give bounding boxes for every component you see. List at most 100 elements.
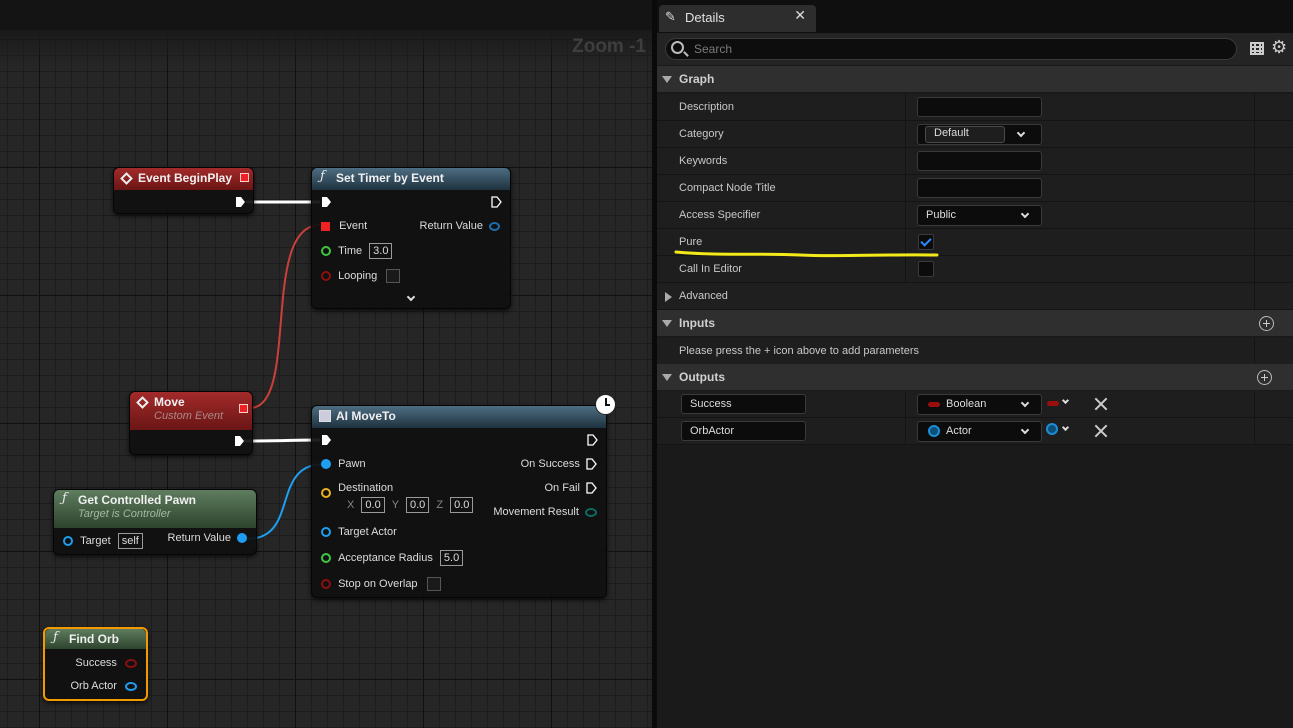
stop-on-overlap-checkbox[interactable] — [426, 577, 441, 591]
exec-in-pin[interactable] — [321, 434, 332, 446]
exec-out-pin[interactable] — [587, 434, 598, 446]
category-value: Default — [934, 127, 969, 139]
exec-out-pin[interactable] — [234, 435, 245, 447]
node-set-timer-by-event[interactable]: ƒ Set Timer by Event Event Time 3.0 Loop… — [311, 167, 511, 309]
function-icon: ƒ — [62, 491, 67, 506]
expand-arrow-icon[interactable] — [665, 292, 672, 302]
section-advanced[interactable]: Advanced — [657, 283, 1293, 310]
return-value-pin-row[interactable]: Return Value — [420, 220, 500, 232]
table-view-icon[interactable] — [1250, 42, 1264, 55]
orb-actor-pin-row[interactable]: Orb Actor — [70, 680, 137, 692]
boolean-type-icon — [928, 402, 940, 407]
pin-label: Movement Result — [493, 506, 579, 518]
collapse-arrow-icon[interactable] — [662, 320, 672, 327]
prop-row-keywords: Keywords — [657, 148, 1293, 175]
exec-out-pin[interactable] — [235, 196, 246, 208]
object-pin-icon[interactable] — [237, 533, 247, 544]
search-box[interactable] — [665, 38, 1237, 60]
compact-node-title-input[interactable] — [917, 178, 1042, 198]
exec-out-pin[interactable] — [491, 196, 502, 208]
destination-pin-row[interactable]: Destination — [321, 482, 393, 499]
success-pin-row[interactable]: Success — [75, 657, 137, 669]
section-outputs[interactable]: Outputs — [657, 364, 1293, 391]
category-combo[interactable]: Default — [917, 124, 1042, 145]
time-pin-row[interactable]: Time 3.0 — [321, 243, 393, 259]
remove-output-button[interactable] — [1094, 424, 1108, 438]
target-actor-pin-row[interactable]: Target Actor — [321, 526, 397, 538]
node-header: AI MoveTo — [312, 406, 606, 428]
remove-output-button[interactable] — [1094, 397, 1108, 411]
vector-pin-icon[interactable] — [321, 488, 331, 499]
search-input[interactable] — [694, 40, 1214, 58]
latent-clock-icon — [595, 394, 616, 415]
access-specifier-dropdown[interactable]: Public — [917, 205, 1042, 226]
exec-out-pin[interactable] — [586, 458, 597, 470]
target-pin-row[interactable]: Target self — [63, 533, 143, 549]
add-output-button[interactable] — [1257, 370, 1272, 385]
delegate-pin-icon[interactable] — [240, 173, 249, 182]
section-graph[interactable]: Graph — [657, 66, 1293, 93]
looping-checkbox[interactable] — [386, 269, 401, 283]
close-icon[interactable]: ✕ — [794, 8, 806, 24]
struct-pin-icon[interactable] — [489, 221, 500, 231]
bool-pin-icon[interactable] — [321, 271, 331, 281]
float-pin-icon[interactable] — [321, 246, 331, 257]
object-pin-icon[interactable] — [321, 459, 331, 470]
z-value-input[interactable]: 0.0 — [450, 497, 474, 513]
graph-header-shadow — [0, 30, 652, 66]
collapse-arrow-icon[interactable] — [662, 76, 672, 83]
looping-pin-row[interactable]: Looping — [321, 269, 401, 283]
section-inputs[interactable]: Inputs — [657, 310, 1293, 337]
output-name-input[interactable]: Success — [681, 394, 806, 414]
float-pin-icon[interactable] — [321, 553, 331, 564]
acceptance-radius-pin-row[interactable]: Acceptance Radius 5.0 — [321, 550, 464, 566]
keywords-input[interactable] — [917, 151, 1042, 171]
description-input[interactable] — [917, 97, 1042, 117]
container-type-dropdown[interactable] — [1045, 394, 1075, 415]
on-success-pin-row[interactable]: On Success — [521, 458, 597, 470]
output-type-dropdown[interactable]: Actor — [917, 421, 1042, 442]
gear-icon[interactable]: ⚙ — [1271, 38, 1287, 58]
acceptance-radius-input[interactable]: 5.0 — [439, 550, 464, 566]
node-find-orb[interactable]: ƒ Find Orb Success Orb Actor — [43, 627, 148, 701]
y-value-input[interactable]: 0.0 — [405, 497, 430, 513]
advanced-expand-icon[interactable] — [406, 292, 416, 302]
wires-layer — [243, 200, 325, 540]
object-pin-icon[interactable] — [63, 536, 73, 547]
chevron-down-icon — [1016, 128, 1026, 138]
event-pin-row[interactable]: Event — [321, 220, 367, 232]
time-value-input[interactable]: 3.0 — [369, 243, 393, 259]
x-value-input[interactable]: 0.0 — [361, 497, 385, 513]
add-input-button[interactable] — [1259, 316, 1274, 331]
enum-pin-icon[interactable] — [585, 507, 597, 517]
exec-out-pin[interactable] — [586, 482, 597, 494]
pawn-pin-row[interactable]: Pawn — [321, 458, 366, 470]
output-name-input[interactable]: OrbActor — [681, 421, 806, 441]
output-row-success: Success Boolean — [657, 391, 1293, 418]
movement-result-pin-row[interactable]: Movement Result — [493, 506, 597, 518]
collapse-arrow-icon[interactable] — [662, 374, 672, 381]
delegate-pin-icon[interactable] — [239, 404, 248, 413]
bool-pin-icon[interactable] — [321, 579, 331, 589]
pin-label: Acceptance Radius — [338, 552, 433, 564]
graph-canvas[interactable]: Zoom -1 Event BeginPlay ƒ Set Timer by E… — [0, 0, 652, 728]
output-type-dropdown[interactable]: Boolean — [917, 394, 1042, 415]
return-value-pin-row[interactable]: Return Value — [168, 532, 247, 544]
stop-on-overlap-pin-row[interactable]: Stop on Overlap — [321, 577, 441, 591]
container-type-dropdown[interactable] — [1045, 421, 1075, 442]
node-event-beginplay[interactable]: Event BeginPlay — [113, 167, 254, 214]
node-ai-moveto[interactable]: AI MoveTo Pawn Destination X 0.0 Y 0.0 Z… — [311, 394, 616, 598]
delegate-pin-icon[interactable] — [321, 221, 330, 231]
inputs-hint: Please press the + icon above to add par… — [679, 345, 920, 357]
section-label: Graph — [679, 72, 715, 86]
tab-details[interactable]: ✎ Details ✕ — [659, 5, 816, 32]
call-in-editor-checkbox[interactable] — [918, 261, 934, 277]
on-fail-pin-row[interactable]: On Fail — [544, 482, 597, 494]
node-move-custom-event[interactable]: Move Custom Event — [129, 391, 253, 455]
node-get-controlled-pawn[interactable]: ƒ Get Controlled Pawn Target is Controll… — [53, 489, 257, 555]
bool-pin-icon[interactable] — [125, 658, 137, 668]
pure-checkbox[interactable] — [918, 234, 934, 250]
object-pin-icon[interactable] — [125, 681, 137, 691]
exec-in-pin[interactable] — [321, 196, 332, 208]
object-pin-icon[interactable] — [321, 527, 331, 538]
